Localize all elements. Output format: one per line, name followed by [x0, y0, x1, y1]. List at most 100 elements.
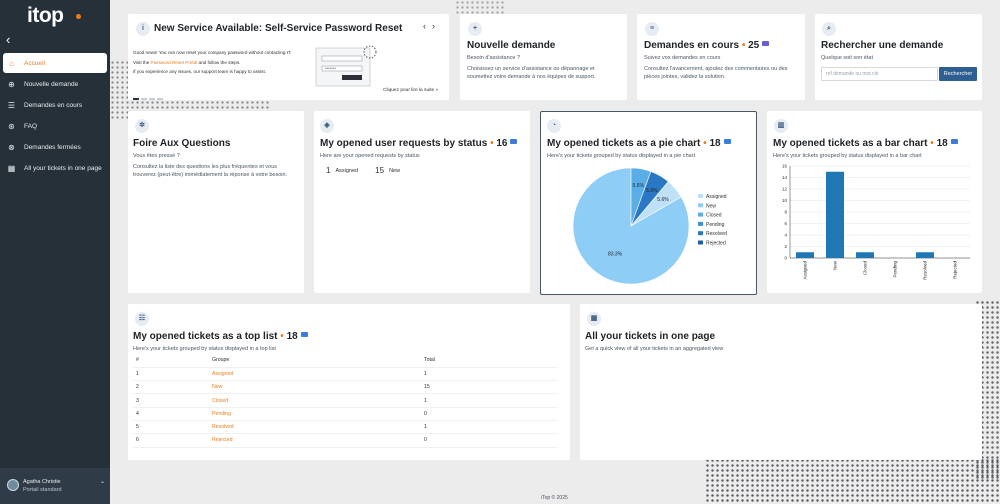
- pie-data-label: 5.6%: [646, 188, 658, 194]
- pie-count: 18: [709, 138, 721, 149]
- announcement-title: New Service Available: Self-Service Pass…: [154, 23, 403, 34]
- table-row[interactable]: 5 Resolved 1: [133, 420, 557, 435]
- password-reset-link[interactable]: Password Reset Portal: [151, 60, 198, 65]
- chat-icon: ☰: [7, 100, 16, 110]
- sidebar-nav: ⌂ Accueil ⊕ Nouvelle demande ☰ Demandes …: [0, 52, 110, 179]
- chat-bubble-icon: [723, 139, 731, 144]
- legend-entry[interactable]: Pending: [706, 222, 725, 228]
- list-icon: ☷: [135, 312, 149, 326]
- status-item[interactable]: 15 New: [375, 166, 400, 175]
- status-sub: Here are your opened requests by status: [320, 153, 420, 159]
- sidebar-item-all-tickets[interactable]: ▦ All your tickets in one page: [3, 158, 107, 178]
- help-icon: ✲: [135, 119, 149, 133]
- search-title: Rechercher une demande: [821, 40, 944, 51]
- user-menu[interactable]: Agatha Christie Portail standard ⌄: [0, 468, 110, 504]
- legend-entry[interactable]: Resolved: [706, 231, 727, 237]
- bar-resolved[interactable]: [916, 252, 934, 258]
- pie-data-label: 83.3%: [608, 252, 623, 258]
- chat-bubble-icon: [300, 332, 308, 337]
- table-row[interactable]: 2 New 15: [133, 380, 557, 395]
- sidebar-item-nouvelle-demande[interactable]: ⊕ Nouvelle demande: [3, 74, 107, 94]
- all-tickets-tile[interactable]: [580, 304, 982, 460]
- y-tick-label: 4: [784, 233, 787, 238]
- all-tickets-sub: Get a quick view of all your tickets in …: [585, 346, 724, 352]
- plus-circle-icon: ⊕: [8, 79, 15, 89]
- legend-swatch: [698, 194, 703, 198]
- chat-bubble-icon: [510, 139, 518, 144]
- new-request-title: Nouvelle demande: [467, 40, 556, 51]
- decor-dots: [705, 458, 1000, 504]
- faq-sub: Vous êtes pressé ?: [133, 153, 180, 159]
- svg-text:*******: *******: [325, 66, 336, 71]
- ongoing-sub: Suivez vos demandes en cours: [644, 55, 721, 61]
- table-row[interactable]: 4 Pending 0: [133, 407, 557, 421]
- ongoing-desc: Consultez l'avancement, ajoutez des comm…: [644, 66, 788, 80]
- prev-arrow-button[interactable]: ‹: [423, 21, 432, 31]
- table-row[interactable]: 3 Closed 1: [133, 393, 557, 408]
- logo[interactable]: itop: [27, 4, 64, 28]
- announcement-line: Good news! You can now reset your compan…: [133, 50, 292, 55]
- bar-count: 18: [936, 138, 948, 149]
- toplist-title: My opened tickets as a top list • 18: [133, 331, 308, 342]
- close-circle-icon: ⊗: [8, 142, 15, 152]
- announcement-body: Good news! You can now reset your compan…: [133, 48, 313, 77]
- status-item[interactable]: 1 Assigned: [326, 166, 358, 175]
- footer: iTop © 2025: [541, 495, 568, 501]
- bar-closed[interactable]: [856, 252, 874, 258]
- x-tick-label: Rejected: [953, 261, 958, 279]
- sidebar-item-label: Demandes fermées: [24, 143, 81, 151]
- search-button[interactable]: Rechercher: [939, 67, 977, 81]
- info-icon: i: [136, 22, 150, 36]
- bar-chart: 0 2 4 6 8 10 12 14 16 Assigned New Closed Pending Res…: [782, 164, 970, 280]
- sidebar-item-demandes-fermees[interactable]: ⊗ Demandes fermées: [3, 137, 107, 157]
- tag-icon: ◈: [320, 119, 334, 133]
- pie-chart: 5.6%83.3%5.6%5.6%AssignedNewClosedPendin…: [572, 167, 727, 285]
- y-tick-label: 14: [782, 175, 788, 180]
- grid-icon: ▦: [587, 312, 601, 326]
- toplist-count: 18: [286, 331, 298, 342]
- status-title: My opened user requests by status • 16: [320, 138, 518, 149]
- bar-assigned[interactable]: [796, 252, 814, 258]
- pie-chart-icon: ◔: [547, 119, 561, 133]
- password-illustration: *******: [315, 45, 377, 87]
- pie-data-label: 5.6%: [657, 197, 669, 203]
- y-tick-label: 10: [782, 198, 788, 203]
- new-request-desc: Choisissez un service d'assistance ou dé…: [467, 66, 596, 80]
- sidebar-item-label: Accueil: [24, 59, 45, 67]
- legend-swatch: [698, 240, 703, 245]
- home-icon: ⌂: [9, 58, 14, 68]
- x-tick-label: Resolved: [923, 261, 928, 280]
- all-tickets-title: All your tickets in one page: [585, 331, 716, 342]
- user-name: Agatha Christie: [23, 479, 61, 485]
- legend-entry[interactable]: Rejected: [706, 241, 726, 247]
- user-portal: Portail standard: [23, 487, 62, 493]
- help-icon: ⊛: [8, 121, 15, 131]
- sidebar-item-faq[interactable]: ⊛ FAQ: [3, 116, 107, 136]
- next-arrow-button[interactable]: ›: [432, 21, 441, 31]
- legend-entry[interactable]: New: [706, 203, 716, 209]
- carousel-arrows: ‹›: [423, 21, 441, 31]
- y-tick-label: 8: [784, 210, 787, 215]
- chevron-down-icon[interactable]: ⌄: [100, 478, 105, 485]
- search-input[interactable]: ref demande ou mot clé: [821, 67, 938, 81]
- sidebar-item-label: All your tickets in one page: [24, 164, 102, 172]
- bar-new[interactable]: [826, 171, 844, 258]
- chevron-left-icon[interactable]: ‹: [6, 32, 10, 47]
- table-row[interactable]: 6 Rejected 0: [133, 433, 557, 448]
- legend-entry[interactable]: Assigned: [706, 194, 727, 200]
- legend-entry[interactable]: Closed: [706, 213, 722, 219]
- sidebar-item-demandes-en-cours[interactable]: ☰ Demandes en cours: [3, 95, 107, 115]
- logo-dot: [76, 14, 81, 19]
- sidebar-item-label: Demandes en cours: [24, 101, 83, 109]
- y-tick-label: 2: [784, 244, 787, 249]
- status-counts: 1 Assigned 15 New: [326, 166, 400, 175]
- carousel-pager[interactable]: [133, 90, 165, 108]
- legend-swatch: [698, 221, 703, 226]
- sidebar-item-label: FAQ: [24, 122, 38, 130]
- y-tick-label: 0: [784, 256, 787, 261]
- table-row[interactable]: 1 Assigned 1: [133, 367, 557, 382]
- decor-dots: [455, 0, 505, 14]
- avatar: [7, 479, 19, 491]
- sidebar-item-accueil[interactable]: ⌂ Accueil: [3, 53, 107, 73]
- read-more-link[interactable]: Cliquez pour lire la suite »: [383, 88, 438, 93]
